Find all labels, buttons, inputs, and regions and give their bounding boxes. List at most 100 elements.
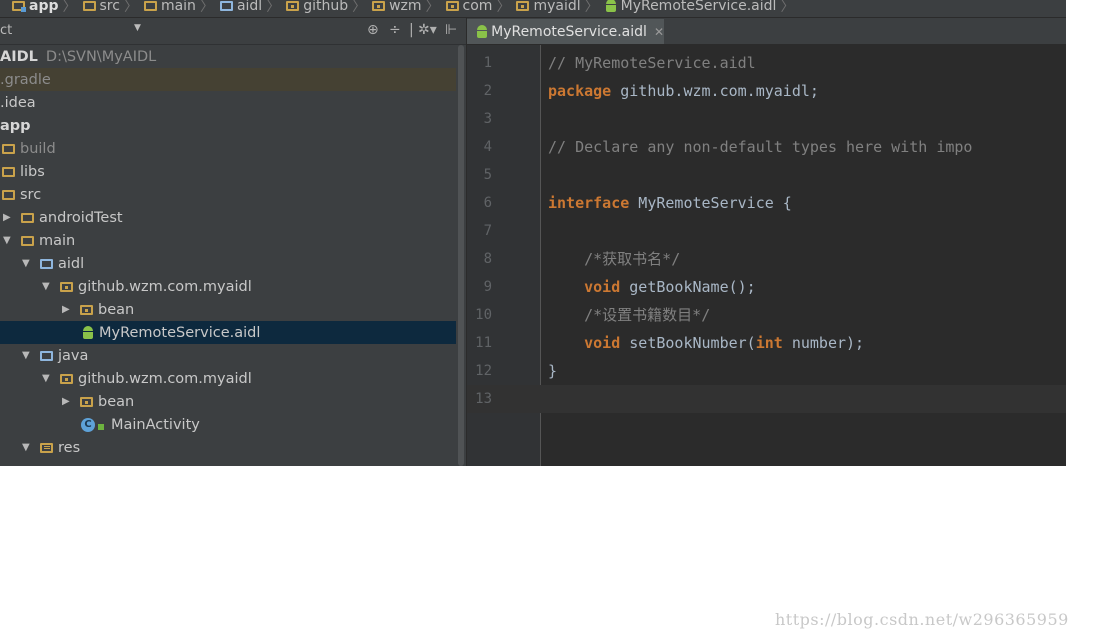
code-line[interactable]: 10 /*设置书籍数目*/ [467, 301, 1066, 329]
code-line[interactable]: 9 void getBookName(); [467, 273, 1066, 301]
package-icon [516, 0, 530, 11]
code-line[interactable]: 6 interface MyRemoteService { [467, 189, 1066, 217]
package-icon [445, 0, 459, 11]
line-number: 2 [483, 83, 492, 99]
tab-myremoteservice[interactable]: MyRemoteService.aidl ✕ [467, 19, 664, 44]
project-view-select[interactable]: ct [0, 23, 12, 38]
collapse-arrow-icon[interactable]: ▼ [3, 235, 15, 246]
crumb-main[interactable]: main 〉 [143, 0, 220, 16]
tree-item-root[interactable]: AIDL D:\SVN\MyAIDL [0, 45, 456, 68]
line-number: 9 [483, 279, 492, 295]
project-panel: ct ▼ ⊕ ÷ | ✲▾ ⊩ AIDL D:\SVN\MyAIDL .grad… [0, 18, 467, 466]
tree-item-gradle[interactable]: .gradle [0, 68, 456, 91]
android-icon [605, 0, 617, 12]
package-icon [372, 0, 386, 11]
android-icon [82, 326, 94, 339]
code-line[interactable]: 7 [467, 217, 1066, 245]
collapse-arrow-icon[interactable]: ▼ [22, 258, 34, 269]
expand-arrow-icon[interactable]: ▶ [62, 304, 74, 315]
package-icon [60, 373, 73, 384]
collapse-arrow-icon[interactable]: ▼ [42, 281, 54, 292]
tree-item-androidtest[interactable]: ▶ androidTest [0, 206, 456, 229]
package-icon [60, 281, 73, 292]
scrollbar-thumb[interactable] [458, 45, 464, 466]
tree-item-bean-aidl[interactable]: ▶ bean [0, 298, 456, 321]
crumb-file[interactable]: MyRemoteService.aidl 〉 [605, 0, 801, 16]
code-text: void getBookName(); [584, 278, 756, 296]
code-line[interactable]: 2 package github.wzm.com.myaidl; [467, 77, 1066, 105]
editor-tabbar: MyRemoteService.aidl ✕ [467, 18, 1066, 45]
crumb-github[interactable]: github 〉 [286, 0, 372, 16]
code-line[interactable]: 1 // MyRemoteService.aidl [467, 49, 1066, 77]
module-folder-icon [12, 0, 26, 12]
code-text: // Declare any non-default types here wi… [548, 138, 973, 156]
tree-item-idea[interactable]: .idea [0, 91, 456, 114]
collapse-arrow-icon[interactable]: ▼ [42, 373, 54, 384]
tree-item-build[interactable]: build [0, 137, 456, 160]
line-number: 10 [475, 307, 492, 323]
crumb-com[interactable]: com 〉 [445, 0, 517, 16]
crumb-aidl[interactable]: aidl 〉 [219, 0, 286, 16]
tree-item-app[interactable]: app [0, 114, 456, 137]
tree-item-myremoteservice[interactable]: MyRemoteService.aidl [0, 321, 456, 344]
expand-arrow-icon[interactable]: ▶ [62, 396, 74, 407]
code-line[interactable]: 12} [467, 357, 1066, 385]
tree-item-libs[interactable]: libs [0, 160, 456, 183]
tree-item-bean-java[interactable]: ▶ bean [0, 390, 456, 413]
tree-item-src[interactable]: src [0, 183, 456, 206]
code-line[interactable]: 11 void setBookNumber(int number); [467, 329, 1066, 357]
project-toolbar: ct ▼ ⊕ ÷ | ✲▾ ⊩ [0, 18, 466, 45]
hide-panel-icon[interactable]: ⊩ [445, 22, 457, 38]
source-folder-icon [40, 350, 53, 361]
crumb-src[interactable]: src 〉 [82, 0, 144, 16]
close-icon[interactable]: ✕ [654, 25, 664, 39]
collapse-icon[interactable]: ÷ [389, 22, 401, 38]
code-line[interactable]: 8 /*获取书名*/ [467, 245, 1066, 273]
source-folder-icon [219, 0, 233, 11]
tree-item-aidl[interactable]: ▼ aidl [0, 252, 456, 275]
line-number: 8 [483, 251, 492, 267]
collapse-arrow-icon[interactable]: ▼ [22, 350, 34, 361]
code-text: void setBookNumber(int number); [584, 334, 865, 352]
tree-item-main[interactable]: ▼ main [0, 229, 456, 252]
tree-item-package-java[interactable]: ▼ github.wzm.com.myaidl [0, 367, 456, 390]
code-text: // MyRemoteService.aidl [548, 54, 756, 72]
gear-icon[interactable]: ✲▾ [418, 22, 437, 38]
code-editor[interactable]: 1 // MyRemoteService.aidl 2 package github.… [467, 45, 1066, 466]
code-text: /*获取书名*/ [548, 250, 681, 268]
crumb-app[interactable]: app 〉 [12, 0, 83, 16]
code-line[interactable]: 3 [467, 105, 1066, 133]
tree-item-java[interactable]: ▼ java [0, 344, 456, 367]
code-line[interactable]: 5 [467, 161, 1066, 189]
divider-icon: | [409, 22, 414, 38]
tree-item-package-aidl[interactable]: ▼ github.wzm.com.myaidl [0, 275, 456, 298]
line-number: 7 [483, 223, 492, 239]
line-number: 4 [483, 139, 492, 155]
breadcrumb: app 〉 src 〉 main 〉 aidl 〉 github 〉 wzm 〉 com 〉 [0, 0, 1066, 18]
line-number: 5 [483, 167, 492, 183]
folder-icon [2, 189, 15, 200]
line-number: 3 [483, 111, 492, 127]
code-line[interactable]: 13 [467, 385, 1066, 413]
crumb-wzm[interactable]: wzm 〉 [372, 0, 445, 16]
code-text: package github.wzm.com.myaidl; [548, 82, 819, 100]
ide-window: app 〉 src 〉 main 〉 aidl 〉 github 〉 wzm 〉 com 〉 [0, 0, 1066, 466]
folder-icon [82, 0, 96, 11]
tree-item-partial[interactable] [0, 459, 456, 466]
expand-arrow-icon[interactable]: ▶ [3, 212, 15, 223]
code-text: interface MyRemoteService { [548, 194, 792, 212]
tree-item-mainactivity[interactable]: C MainActivity [0, 413, 456, 436]
code-text: } [548, 362, 558, 380]
line-number: 1 [483, 55, 492, 71]
tree-item-res[interactable]: ▼ res [0, 436, 456, 459]
dropdown-arrow-icon[interactable]: ▼ [134, 23, 141, 33]
project-scrollbar[interactable] [457, 45, 465, 466]
package-icon [80, 396, 93, 407]
collapse-arrow-icon[interactable]: ▼ [22, 442, 34, 453]
locate-icon[interactable]: ⊕ [367, 22, 379, 38]
crumb-myaidl[interactable]: myaidl 〉 [516, 0, 604, 16]
watermark-text: https://blog.csdn.net/w296365959 [775, 610, 1069, 629]
code-text: /*设置书籍数目*/ [548, 306, 711, 324]
code-line[interactable]: 4 // Declare any non-default types here w… [467, 133, 1066, 161]
package-icon [80, 304, 93, 315]
